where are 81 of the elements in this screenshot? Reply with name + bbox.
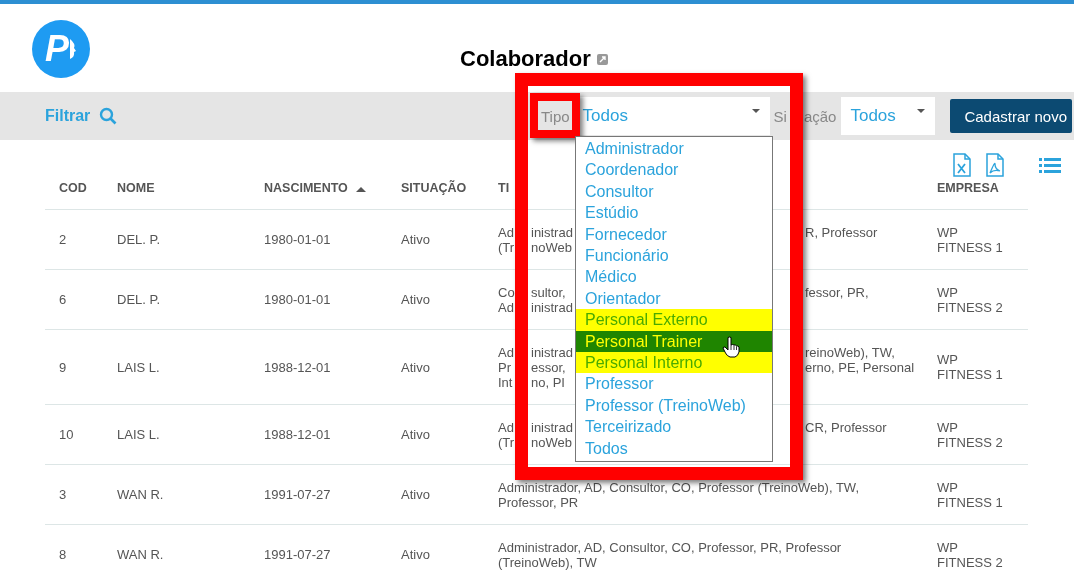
- table-cell: 1988-12-01: [264, 427, 331, 442]
- dropdown-option[interactable]: Coordenador: [576, 159, 772, 181]
- table-cell: Ativo: [401, 487, 430, 502]
- column-header[interactable]: NOME: [117, 181, 155, 195]
- table-cell: WP FITNESS 2: [937, 284, 1003, 315]
- dropdown-option[interactable]: Administrador: [576, 138, 772, 160]
- dropdown-option[interactable]: Fornecedor: [576, 223, 772, 246]
- table-cell: 6: [59, 292, 67, 307]
- tipo-select[interactable]: Todos: [577, 97, 770, 135]
- table-cell: WP FITNESS 2: [937, 419, 1003, 450]
- logo-profile-icon: [69, 38, 77, 60]
- table-cell: DEL. P.: [117, 292, 161, 307]
- column-header[interactable]: COD: [59, 181, 87, 195]
- table-cell: DEL. P.: [117, 232, 161, 247]
- table-cell: inistrad essor, no, PI: [531, 344, 573, 390]
- table-cell: WP FITNESS 1: [937, 479, 1003, 510]
- dropdown-option[interactable]: Personal Externo: [576, 309, 772, 331]
- page-title: Colaborador: [460, 48, 591, 70]
- table-cell: LAIS L.: [117, 359, 160, 375]
- caret-icon: [917, 109, 926, 113]
- situacao-select[interactable]: Todos: [841, 97, 936, 135]
- table-cell: R, Professor: [805, 224, 878, 240]
- table-cell: Ativo: [401, 292, 430, 307]
- dropdown-option[interactable]: Todos: [576, 437, 772, 460]
- logo: P: [32, 20, 90, 78]
- situacao-label: Si: [773, 107, 787, 125]
- register-button[interactable]: Cadastrar novo: [950, 99, 1072, 133]
- table-cell: CR, Professor: [805, 419, 887, 435]
- table-cell: inistrad noWeb: [531, 224, 573, 255]
- table-cell: sultor, inistrad: [531, 284, 573, 315]
- dropdown-option[interactable]: Funcionário: [576, 245, 772, 267]
- table-cell: LAIS L.: [117, 427, 160, 442]
- dropdown-option[interactable]: Estúdio: [576, 202, 772, 224]
- table-cell: Ad (Tr: [498, 419, 515, 450]
- table-cell: 9: [59, 359, 67, 375]
- list-view-icon[interactable]: [1039, 156, 1061, 174]
- column-header[interactable]: NASCIMENTO: [264, 181, 348, 195]
- table-cell: WAN R.: [117, 487, 164, 502]
- table-cell: Administrador, AD, Consultor, CO, Professor (TreinoWeb), TW, Professor, PR: [498, 479, 859, 510]
- table-cell: 1980-01-01: [264, 232, 331, 247]
- table-cell: inistrad noWeb: [531, 419, 573, 450]
- table-cell: 1980-01-01: [264, 292, 331, 307]
- table-cell: WP FITNESS 2: [937, 539, 1003, 570]
- table-cell: Co Ad: [498, 284, 515, 315]
- dropdown-option[interactable]: Médico: [576, 266, 772, 288]
- hand-cursor-icon: [722, 336, 740, 358]
- table-cell: Ad Pr Int: [498, 344, 514, 390]
- table-cell: fessor, PR,: [805, 284, 869, 300]
- table-cell: 2: [59, 232, 67, 247]
- table-cell: 3: [59, 487, 67, 502]
- spreadsheet-file-icon[interactable]: [953, 153, 971, 177]
- caret-icon: [751, 109, 760, 113]
- table-cell: reinoWeb), TW, erno, PE, Personal: [805, 344, 915, 375]
- table-cell: 1991-07-27: [264, 487, 331, 502]
- dropdown-option[interactable]: Consultor: [576, 180, 772, 203]
- table-cell: WAN R.: [117, 547, 164, 562]
- external-link-icon: [596, 53, 608, 65]
- column-header[interactable]: TI: [498, 181, 510, 195]
- dropdown-option[interactable]: Orientador: [576, 287, 772, 310]
- filter-button[interactable]: Filtrar: [45, 107, 118, 125]
- table-cell: Ativo: [401, 547, 430, 562]
- table-cell: Administrador, AD, Consultor, CO, Professor, PR, Professor (TreinoWeb), TW: [498, 539, 842, 570]
- column-header[interactable]: EMPRESA: [937, 181, 999, 195]
- dropdown-option[interactable]: Personal Interno: [576, 352, 772, 374]
- table-cell: Ativo: [401, 427, 430, 442]
- dropdown-option[interactable]: Terceirizado: [576, 416, 772, 438]
- table-cell: 1991-07-27: [264, 547, 331, 562]
- table-cell: WP FITNESS 1: [937, 352, 1003, 382]
- dropdown-option[interactable]: Professor (TreinoWeb): [576, 394, 772, 417]
- search-icon: [99, 107, 118, 125]
- table-cell: 8: [59, 547, 67, 562]
- pdf-file-icon[interactable]: [986, 153, 1004, 177]
- table-cell: Ad (Tr: [498, 224, 515, 255]
- table-cell: 10: [59, 427, 74, 442]
- table-cell: WP FITNESS 1: [937, 224, 1003, 255]
- table-cell: 1988-12-01: [264, 359, 331, 375]
- column-header[interactable]: SITUAÇÃO: [401, 181, 467, 195]
- table-cell: Ativo: [401, 359, 430, 375]
- table-cell: Ativo: [401, 232, 430, 247]
- dropdown-option[interactable]: Professor: [576, 373, 772, 395]
- tipo-label: Tipo: [540, 107, 570, 125]
